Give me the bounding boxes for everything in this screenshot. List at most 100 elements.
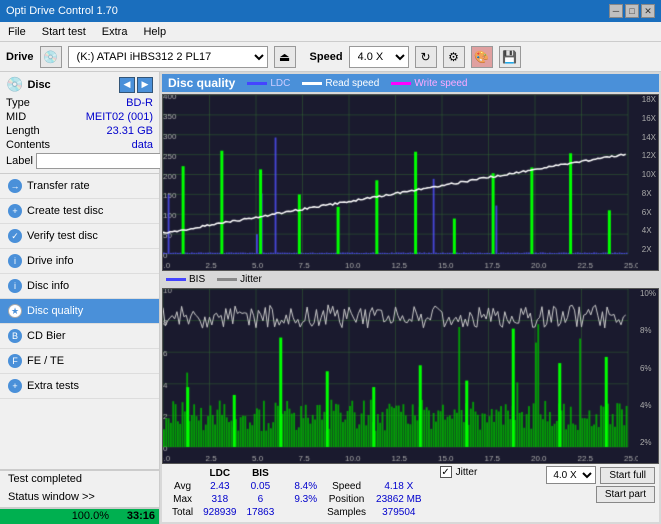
sidebar-item-verify-test-disc[interactable]: ✓ Verify test disc [0,224,159,249]
progress-percent: 100.0% [72,510,109,522]
type-label: Type [6,97,30,109]
disc-quality-label: Disc quality [27,305,83,317]
transfer-rate-label: Transfer rate [27,180,90,192]
disc-icon-btn1[interactable]: ◀ [119,77,135,93]
cd-bier-label: CD Bier [27,330,66,342]
create-test-disc-label: Create test disc [27,205,103,217]
avg-jitter: 8.4% [290,481,321,492]
total-label: Total [168,507,197,518]
jitter-color [217,278,237,281]
chart-header: Disc quality LDC Read speed Write speed [162,74,659,92]
speed-row: 4.0 X Start full [546,466,655,484]
refresh-button[interactable]: ↻ [415,46,437,68]
drive-select[interactable]: (K:) ATAPI iHBS312 2 PL17 [68,46,268,68]
start-full-button[interactable]: Start full [600,467,655,484]
legend-read-speed: Read speed [302,78,379,89]
read-speed-color [302,82,322,85]
label-label: Label [6,155,33,167]
window-controls: ─ □ ✕ [609,4,655,18]
status-window-button[interactable]: Status window >> [0,487,159,508]
sidebar-item-disc-info[interactable]: i Disc info [0,274,159,299]
avg-label: Avg [168,481,197,492]
legend-ldc: LDC [247,78,290,89]
disc-section-icon: 💿 [6,76,23,93]
color-button[interactable]: 🎨 [471,46,493,68]
max-ldc: 318 [199,494,240,505]
total-samples: 379504 [372,507,426,518]
fe-te-label: FE / TE [27,355,64,367]
transfer-rate-icon: → [8,179,22,193]
progress-time: 33:16 [127,510,155,522]
ldc-label: LDC [270,78,290,89]
main-content: 💿 Disc ◀ ▶ Type BD-R MID MEIT02 (001) Le… [0,72,661,524]
drive-icon[interactable]: 💿 [40,46,62,68]
extra-tests-icon: + [8,379,22,393]
max-position: 23862 MB [372,494,426,505]
ldc-col-header: LDC [199,468,240,479]
jitter-check-label: Jitter [456,467,478,478]
contents-value: data [132,139,153,151]
max-label: Max [168,494,197,505]
length-label: Length [6,125,40,137]
menu-help[interactable]: Help [139,25,170,39]
write-speed-color [391,82,411,85]
sidebar-item-disc-quality[interactable]: ★ Disc quality [0,299,159,324]
menu-extra[interactable]: Extra [98,25,132,39]
menu-file[interactable]: File [4,25,30,39]
speed-static-label: Speed [323,481,370,492]
options-button[interactable]: ⚙ [443,46,465,68]
create-test-disc-icon: + [8,204,22,218]
status-section: Test completed Status window >> 100.0% 3… [0,469,159,524]
legend-write-speed: Write speed [391,78,467,89]
disc-section: 💿 Disc ◀ ▶ Type BD-R MID MEIT02 (001) Le… [0,72,159,174]
drive-label: Drive [6,51,34,63]
disc-info-label: Disc info [27,280,69,292]
jitter-section: ✓ Jitter [440,466,478,478]
jitter-label: Jitter [240,274,262,285]
bis-color [166,278,186,281]
avg-ldc: 2.43 [199,481,240,492]
sidebar-item-cd-bier[interactable]: B CD Bier [0,324,159,349]
bottom-chart-canvas [163,289,638,463]
speed-dropdown[interactable]: 4.0 X [546,466,596,484]
write-speed-label: Write speed [414,78,467,89]
save-button[interactable]: 💾 [499,46,521,68]
app-title: Opti Drive Control 1.70 [6,5,118,17]
speed-select[interactable]: 4.0 X [349,46,409,68]
chart-title: Disc quality [168,76,235,90]
disc-icon-btn2[interactable]: ▶ [137,77,153,93]
label-input[interactable] [36,153,174,169]
disc-quality-icon: ★ [8,304,22,318]
close-button[interactable]: ✕ [641,4,655,18]
sidebar-item-transfer-rate[interactable]: → Transfer rate [0,174,159,199]
avg-speed: 4.18 X [372,481,426,492]
jitter-checkbox[interactable]: ✓ [440,466,452,478]
total-bis: 17863 [243,507,279,518]
eject-button[interactable]: ⏏ [274,46,296,68]
start-part-button[interactable]: Start part [596,486,655,503]
sidebar-item-drive-info[interactable]: i Drive info [0,249,159,274]
jitter-check-row: ✓ Jitter [440,466,478,478]
drive-info-label: Drive info [27,255,73,267]
sidebar-item-fe-te[interactable]: F FE / TE [0,349,159,374]
charts-container: 18X 16X 14X 12X 10X 8X 6X 4X 2X BIS [162,94,659,464]
extra-tests-label: Extra tests [27,380,79,392]
status-window-label: Status window >> [8,491,95,503]
position-label: Position [323,494,370,505]
read-speed-label: Read speed [325,78,379,89]
stats-section: LDC BIS Avg 2.43 0.05 8.4% Speed 4.18 X [162,464,659,522]
progress-bar-container: 100.0% 33:16 [0,508,159,524]
length-value: 23.31 GB [107,125,153,137]
nav-items: → Transfer rate + Create test disc ✓ Ver… [0,174,159,469]
maximize-button[interactable]: □ [625,4,639,18]
minimize-button[interactable]: ─ [609,4,623,18]
menu-start-test[interactable]: Start test [38,25,90,39]
mid-value: MEIT02 (001) [86,111,153,123]
sidebar-item-create-test-disc[interactable]: + Create test disc [0,199,159,224]
completed-text: Test completed [0,470,159,487]
disc-info-icon: i [8,279,22,293]
chart-area: Disc quality LDC Read speed Write speed [160,72,661,524]
fe-te-icon: F [8,354,22,368]
legend-bis: BIS [166,274,205,285]
sidebar-item-extra-tests[interactable]: + Extra tests [0,374,159,399]
